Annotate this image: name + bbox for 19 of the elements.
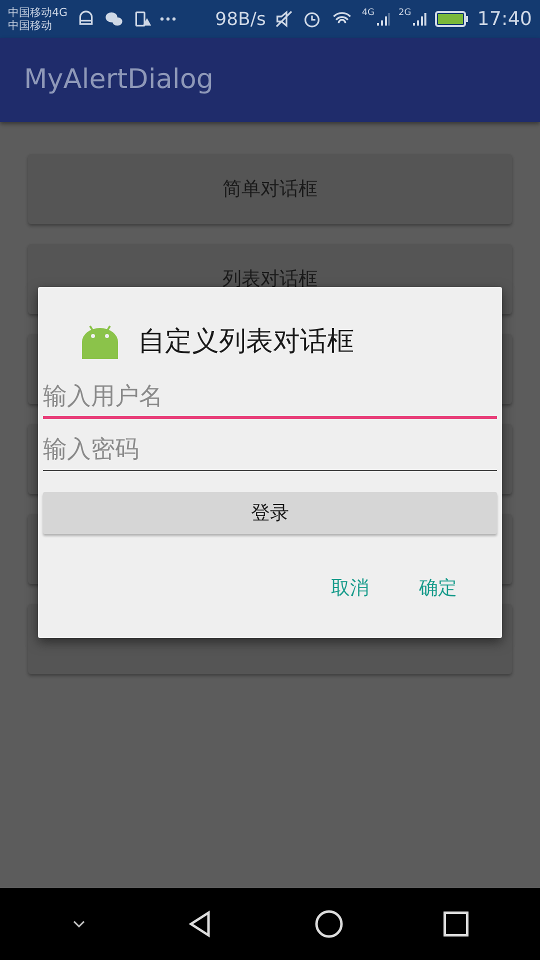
text-field[interactable]: 输入用户名: [43, 375, 497, 419]
dialog-action-button[interactable]: 取消: [331, 574, 369, 602]
carrier-name: 中国移动: [8, 19, 53, 32]
dialog-title: 自定义列表对话框: [138, 324, 354, 359]
dialog-action-button[interactable]: 确定: [419, 574, 457, 602]
network-speed: 98B/s: [215, 8, 266, 32]
network-type: 2G: [398, 9, 412, 18]
more-icon: [160, 17, 176, 21]
app-title: MyAlertDialog: [24, 62, 214, 97]
carrier-name: 中国移动4G: [8, 6, 68, 19]
battery-icon: [435, 9, 470, 29]
network-type: 4G: [362, 9, 375, 18]
menu-button[interactable]: 简单对话框: [28, 154, 512, 224]
recents-icon: [441, 909, 472, 939]
clock: 17:40: [477, 6, 532, 32]
text-field[interactable]: 输入密码: [43, 427, 497, 471]
home-icon: [314, 909, 344, 939]
login-button[interactable]: 登录: [43, 492, 497, 534]
muted-icon: [274, 9, 294, 29]
